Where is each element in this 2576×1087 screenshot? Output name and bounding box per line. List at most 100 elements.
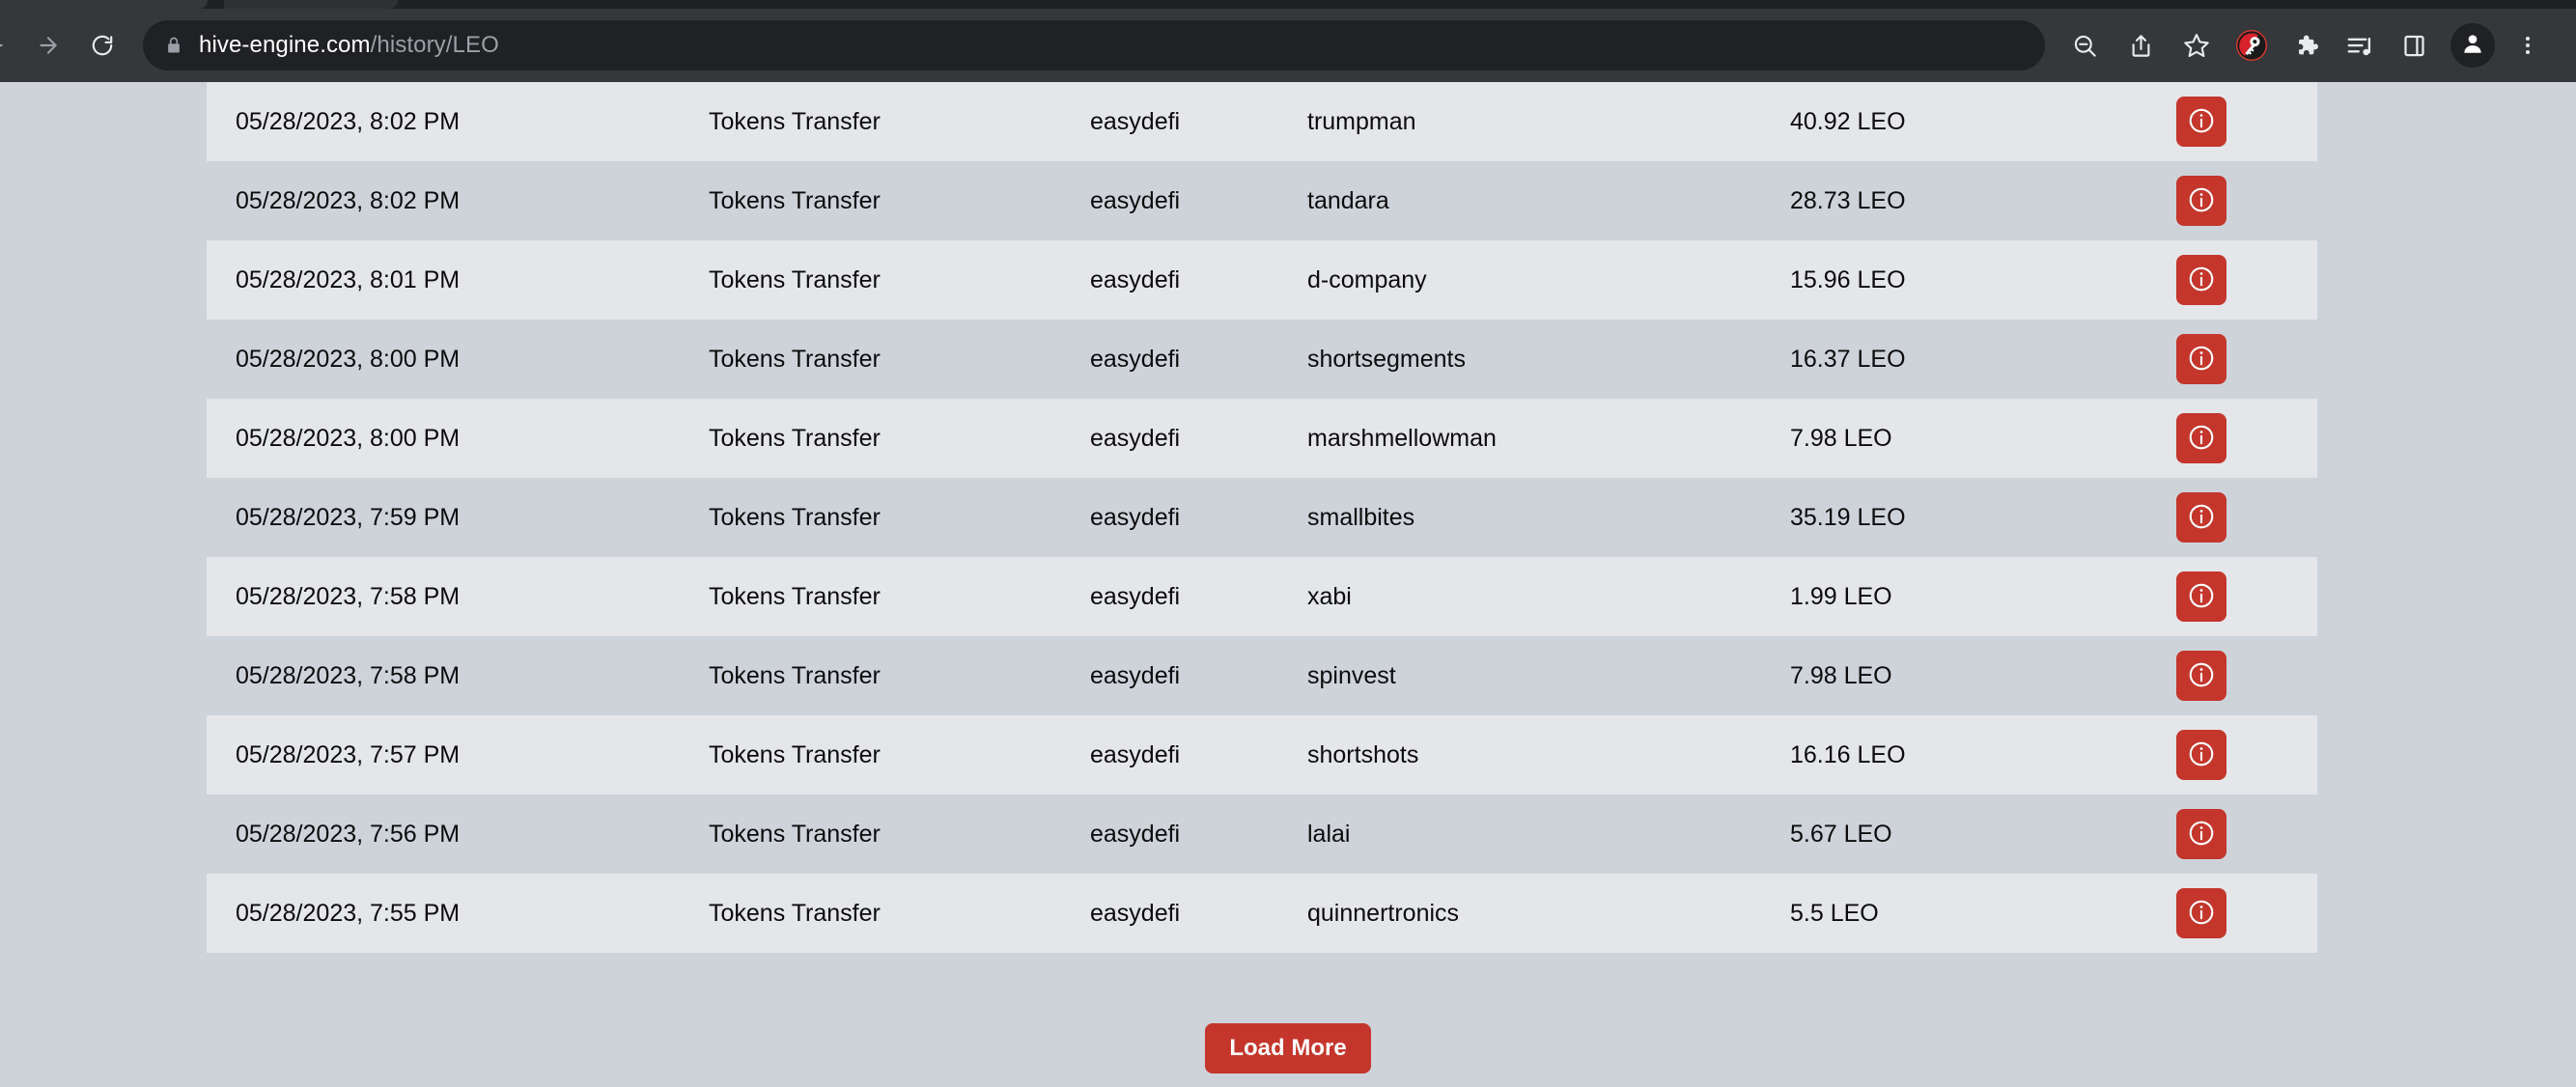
page-content: 05/28/2023, 8:02 PM Tokens Transfer easyde…	[0, 82, 2576, 1087]
cell-to-account: marshmellowman	[1307, 424, 1497, 452]
cell-amount: 16.37 LEO	[1790, 345, 1906, 373]
extensions-button[interactable]	[2279, 18, 2333, 72]
reload-button[interactable]	[75, 18, 129, 72]
cell-from-account: easydefi	[1090, 424, 1181, 452]
cell-type: Tokens Transfer	[709, 186, 881, 214]
info-circle-icon	[2187, 660, 2216, 692]
row-info-button[interactable]	[2176, 97, 2226, 147]
forward-button[interactable]	[21, 18, 75, 72]
share-icon	[2128, 33, 2154, 59]
cell-date: 05/28/2023, 7:58 PM	[236, 582, 461, 610]
cell-action	[2176, 651, 2317, 701]
cell-date: 05/28/2023, 8:02 PM	[236, 107, 461, 135]
table-row: 05/28/2023, 7:57 PM Tokens Transfer easyde…	[207, 715, 2317, 794]
cell-type: Tokens Transfer	[709, 265, 881, 293]
cell-amount: 35.19 LEO	[1790, 503, 1906, 531]
cell-action	[2176, 492, 2317, 543]
tab-strip	[0, 0, 2576, 9]
browser-chrome: hive-engine.com/history/LEO	[0, 0, 2576, 82]
cell-type: Tokens Transfer	[709, 345, 881, 373]
cell-from-account: easydefi	[1090, 740, 1181, 768]
table-row: 05/28/2023, 7:56 PM Tokens Transfer easyde…	[207, 794, 2317, 874]
load-more-button[interactable]: Load More	[1205, 1023, 1371, 1074]
hive-keychain-extension-icon	[2235, 29, 2268, 62]
address-bar[interactable]: hive-engine.com/history/LEO	[143, 20, 2045, 70]
cell-from-account: easydefi	[1090, 820, 1181, 848]
back-arrow-icon	[0, 33, 7, 58]
cell-from-account: easydefi	[1090, 107, 1181, 135]
reload-icon	[90, 33, 115, 58]
url-path: /history/LEO	[370, 32, 499, 58]
row-info-button[interactable]	[2176, 255, 2226, 305]
cell-action	[2176, 730, 2317, 780]
inactive-tab[interactable]	[224, 0, 398, 9]
cell-from-account: easydefi	[1090, 582, 1181, 610]
info-circle-icon	[2187, 185, 2216, 217]
info-circle-icon	[2187, 502, 2216, 534]
cell-action	[2176, 413, 2317, 463]
cell-amount: 7.98 LEO	[1790, 424, 1892, 452]
side-panel-icon	[2401, 33, 2427, 59]
cell-amount: 15.96 LEO	[1790, 265, 1906, 293]
row-info-button[interactable]	[2176, 809, 2226, 859]
cell-to-account: shortsegments	[1307, 345, 1466, 373]
cell-from-account: easydefi	[1090, 661, 1181, 689]
cell-amount: 1.99 LEO	[1790, 582, 1892, 610]
cell-to-account: quinnertronics	[1307, 899, 1460, 927]
table-row: 05/28/2023, 8:02 PM Tokens Transfer easyde…	[207, 82, 2317, 161]
side-panel-button[interactable]	[2387, 18, 2441, 72]
cell-date: 05/28/2023, 7:56 PM	[236, 820, 461, 848]
table-row: 05/28/2023, 8:00 PM Tokens Transfer easyde…	[207, 399, 2317, 478]
row-info-button[interactable]	[2176, 571, 2226, 622]
cell-type: Tokens Transfer	[709, 503, 881, 531]
profile-button[interactable]	[2450, 23, 2495, 68]
cell-from-account: easydefi	[1090, 265, 1181, 293]
browser-menu-button[interactable]	[2501, 18, 2555, 72]
media-playlist-button[interactable]	[2333, 18, 2387, 72]
url-domain: hive-engine.com	[199, 32, 371, 58]
row-info-button[interactable]	[2176, 888, 2226, 938]
table-row: 05/28/2023, 7:59 PM Tokens Transfer easyde…	[207, 478, 2317, 557]
table-row: 05/28/2023, 7:58 PM Tokens Transfer easyde…	[207, 557, 2317, 636]
info-circle-icon	[2187, 344, 2216, 376]
row-info-button[interactable]	[2176, 492, 2226, 543]
cell-amount: 5.5 LEO	[1790, 899, 1879, 927]
info-circle-icon	[2187, 423, 2216, 455]
share-button[interactable]	[2113, 18, 2169, 72]
media-playlist-icon	[2345, 31, 2374, 60]
transaction-history-table: 05/28/2023, 8:02 PM Tokens Transfer easyde…	[207, 82, 2317, 953]
hive-keychain-extension-button[interactable]	[2225, 18, 2279, 72]
row-info-button[interactable]	[2176, 413, 2226, 463]
bookmark-button[interactable]	[2169, 18, 2225, 72]
info-circle-icon	[2187, 898, 2216, 930]
table-row: 05/28/2023, 8:00 PM Tokens Transfer easyde…	[207, 320, 2317, 399]
cell-from-account: easydefi	[1090, 345, 1181, 373]
cell-to-account: xabi	[1307, 582, 1352, 610]
cell-amount: 40.92 LEO	[1790, 107, 1906, 135]
active-tab[interactable]	[0, 0, 208, 9]
info-circle-icon	[2187, 739, 2216, 771]
cell-type: Tokens Transfer	[709, 107, 881, 135]
row-info-button[interactable]	[2176, 334, 2226, 384]
info-circle-icon	[2187, 106, 2216, 138]
row-info-button[interactable]	[2176, 651, 2226, 701]
cell-to-account: d-company	[1307, 265, 1427, 293]
cell-date: 05/28/2023, 8:00 PM	[236, 424, 461, 452]
info-circle-icon	[2187, 265, 2216, 296]
browser-toolbar: hive-engine.com/history/LEO	[0, 9, 2576, 82]
row-info-button[interactable]	[2176, 176, 2226, 226]
info-circle-icon	[2187, 819, 2216, 850]
zoom-out-button[interactable]	[2057, 18, 2113, 72]
forward-arrow-icon	[36, 33, 61, 58]
row-info-button[interactable]	[2176, 730, 2226, 780]
cell-type: Tokens Transfer	[709, 899, 881, 927]
table-row: 05/28/2023, 8:02 PM Tokens Transfer easyde…	[207, 161, 2317, 240]
cell-to-account: tandara	[1307, 186, 1389, 214]
cell-date: 05/28/2023, 8:02 PM	[236, 186, 461, 214]
cell-date: 05/28/2023, 8:00 PM	[236, 345, 461, 373]
cell-action	[2176, 809, 2317, 859]
lock-icon	[164, 35, 183, 56]
load-more-container: Load More	[0, 1023, 2576, 1074]
back-button[interactable]	[0, 18, 21, 72]
url-text: hive-engine.com/history/LEO	[199, 32, 499, 59]
